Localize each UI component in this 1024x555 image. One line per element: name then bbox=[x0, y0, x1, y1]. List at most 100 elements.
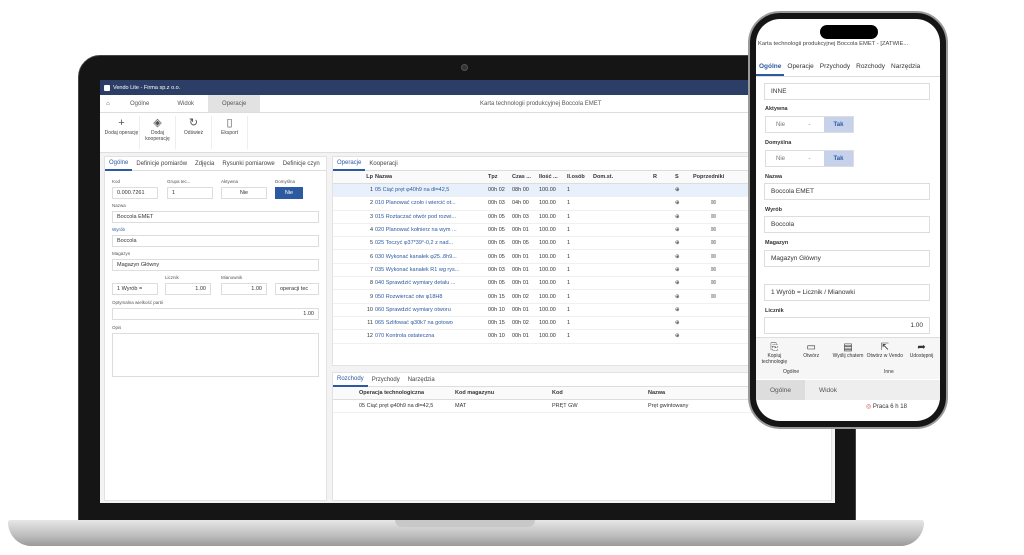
aktywna-toggle[interactable]: Nie bbox=[221, 187, 267, 199]
desktop-app: Vendo Lite - Firma sp.z o.o. ⌂ Ogólne Wi… bbox=[100, 80, 835, 503]
tab-narzedzia[interactable]: Narzędzia bbox=[404, 377, 439, 383]
wyrob-label: Wyrób bbox=[112, 227, 125, 232]
tab-definicje-pomiarow[interactable]: Definicje pomiarów bbox=[132, 161, 191, 167]
tab-rozchody[interactable]: Rozchody bbox=[333, 373, 368, 387]
export-button[interactable]: ▯ Eksport bbox=[212, 116, 248, 149]
opis-field[interactable] bbox=[112, 333, 319, 377]
status-icon: ⊕ bbox=[675, 227, 680, 234]
phone-tab-ogolne[interactable]: Ogólne bbox=[756, 63, 785, 76]
refresh-button[interactable]: ↻ Odśwież bbox=[176, 116, 212, 149]
tab-operacje[interactable]: Operacje bbox=[208, 95, 261, 112]
grupa-label: Grupa tec... bbox=[167, 179, 191, 184]
nazwa-label: Nazwa bbox=[112, 203, 126, 208]
home-icon[interactable]: ⌂ bbox=[100, 101, 116, 107]
phone-tab-narzedzia[interactable]: Narzędzia bbox=[888, 63, 923, 76]
tab-przychody[interactable]: Przychody bbox=[368, 377, 404, 383]
tab-zdjecia[interactable]: Zdjęcia bbox=[191, 161, 218, 167]
status-icon: ⊕ bbox=[675, 213, 680, 220]
licznik-label: Licznik bbox=[165, 275, 179, 280]
predecessor-icon: ☒ bbox=[711, 280, 716, 287]
phone-domyslna-toggle[interactable]: Nie - Tak bbox=[765, 150, 854, 167]
phone-tab-operacje[interactable]: Operacje bbox=[784, 63, 816, 76]
phone-magazyn-label: Magazyn bbox=[765, 240, 789, 246]
plus-icon: + bbox=[118, 117, 125, 129]
external-icon: ⇱ bbox=[880, 342, 889, 353]
window-title: Vendo Lite - Firma sp.z o.o. bbox=[113, 84, 181, 91]
ribbon: + Dodaj operację ◈ Dodaj kooperację ↻ Odświ… bbox=[100, 113, 835, 153]
send-chat-button[interactable]: ▤ Wyślij chatem bbox=[830, 338, 867, 379]
camera bbox=[461, 64, 468, 71]
phone-wyrob-label: Wyrób bbox=[765, 207, 783, 213]
phone-bottom-tabs: Ogólne Widok bbox=[756, 380, 940, 400]
file-export-icon: ▯ bbox=[226, 117, 233, 129]
status-icon: ⊕ bbox=[675, 200, 680, 207]
predecessor-icon: ☒ bbox=[711, 293, 716, 300]
timer-icon: ◎ bbox=[866, 404, 872, 410]
kod-field[interactable]: 0.000.7261 bbox=[112, 187, 158, 199]
phone-bottom-tab-widok[interactable]: Widok bbox=[805, 380, 851, 400]
kod-label: Kod bbox=[112, 179, 121, 184]
share-icon: ➦ bbox=[917, 342, 926, 353]
phone-tab-rozchody[interactable]: Rozchody bbox=[853, 63, 888, 76]
phone-wyrob-field[interactable]: Boccola bbox=[764, 216, 930, 233]
status-icon: ⊕ bbox=[675, 280, 680, 287]
status-icon: ⊕ bbox=[675, 253, 680, 260]
tab-ogolne-left[interactable]: Ogólne bbox=[105, 157, 133, 171]
tab-kooperacji[interactable]: Kooperacji bbox=[365, 161, 401, 167]
tab-definicje-czyn[interactable]: Definicje czyn bbox=[279, 161, 324, 167]
phone-inne-field[interactable]: INNE bbox=[764, 83, 930, 100]
app-logo-icon bbox=[104, 84, 110, 91]
phone-magazyn-field[interactable]: Magazyn Główny bbox=[764, 250, 930, 267]
phone-screen: Karta technologii produkcyjnej Boccola E… bbox=[756, 19, 940, 421]
phone-title: Karta technologii produkcyjnej Boccola E… bbox=[758, 41, 909, 47]
add-operation-button[interactable]: + Dodaj operację bbox=[104, 116, 140, 149]
predecessor-icon: ☒ bbox=[711, 213, 716, 220]
tab-ogolne[interactable]: Ogólne bbox=[116, 95, 163, 112]
predecessor-icon: ☒ bbox=[711, 240, 716, 247]
domyslna-label: Domyślna bbox=[275, 179, 296, 184]
phone-domyslna-label: Domyślna bbox=[765, 140, 792, 146]
phone-aktywna-toggle[interactable]: Nie - Tak bbox=[765, 116, 854, 133]
opt-field[interactable]: 1.00 bbox=[112, 308, 319, 320]
copy-icon: ⎘ bbox=[770, 342, 779, 353]
phone-nazwa-field[interactable]: Boccola EMET bbox=[764, 183, 930, 200]
nazwa-field[interactable]: Boccola EMET bbox=[112, 211, 319, 223]
phone-formula-field[interactable]: 1 Wyrób = Licznik / Mianowki bbox=[764, 284, 930, 301]
tab-rysunki[interactable]: Rysunki pomiarowe bbox=[218, 161, 278, 167]
folder-icon: ▭ bbox=[806, 342, 816, 353]
magazyn-select[interactable]: Magazyn Główny bbox=[112, 259, 319, 271]
opt-label: Optymalna wielkość partii bbox=[112, 300, 164, 305]
laptop-notch bbox=[395, 520, 535, 527]
licznik-field[interactable]: 1.00 bbox=[165, 283, 211, 295]
status-icon: ⊕ bbox=[675, 240, 680, 247]
phone-aktywna-label: Aktywna bbox=[765, 106, 788, 112]
domyslna-toggle[interactable]: Nie bbox=[275, 187, 303, 199]
chat-icon: ▤ bbox=[843, 342, 853, 353]
phone-tab-przychody[interactable]: Przychody bbox=[817, 63, 853, 76]
wyrob-field[interactable]: Boccola bbox=[112, 235, 319, 247]
share-button[interactable]: ➦ Udostępnij bbox=[903, 338, 940, 379]
aktywna-label: Aktywna bbox=[221, 179, 239, 184]
add-cooperation-button[interactable]: ◈ Dodaj kooperację bbox=[140, 116, 176, 149]
predecessor-icon: ☒ bbox=[711, 200, 716, 207]
refresh-icon: ↻ bbox=[188, 117, 199, 129]
dynamic-island bbox=[820, 25, 878, 39]
status-icon: ⊕ bbox=[675, 293, 680, 300]
phone-licznik-label: Licznik bbox=[765, 308, 784, 314]
group-label-ogolne: Ogólne bbox=[783, 369, 800, 375]
phone-status: ◎ Praca 6 h 18 bbox=[866, 404, 907, 410]
grupa-field[interactable]: 1 bbox=[167, 187, 213, 199]
group-label-inne: Inne bbox=[884, 369, 894, 375]
tab-operacje-grid[interactable]: Operacje bbox=[333, 157, 366, 171]
wyrob-eq-label: 1 Wyrób = bbox=[112, 283, 158, 295]
mianownik-field[interactable]: 1.00 bbox=[221, 283, 267, 295]
document-title: Karta technologii produkcyjnej Boccola E… bbox=[480, 100, 602, 107]
predecessor-icon: ☒ bbox=[711, 227, 716, 234]
tab-widok[interactable]: Widok bbox=[163, 95, 208, 112]
status-icon: ⊕ bbox=[675, 187, 680, 194]
phone-bottom-tab-ogolne[interactable]: Ogólne bbox=[756, 380, 805, 400]
status-icon: ⊕ bbox=[675, 306, 680, 313]
phone-licznik-field[interactable]: 1.00 bbox=[764, 317, 930, 334]
opis-label: Opis bbox=[112, 325, 122, 330]
operacji-button[interactable]: operacji tec bbox=[275, 283, 319, 295]
